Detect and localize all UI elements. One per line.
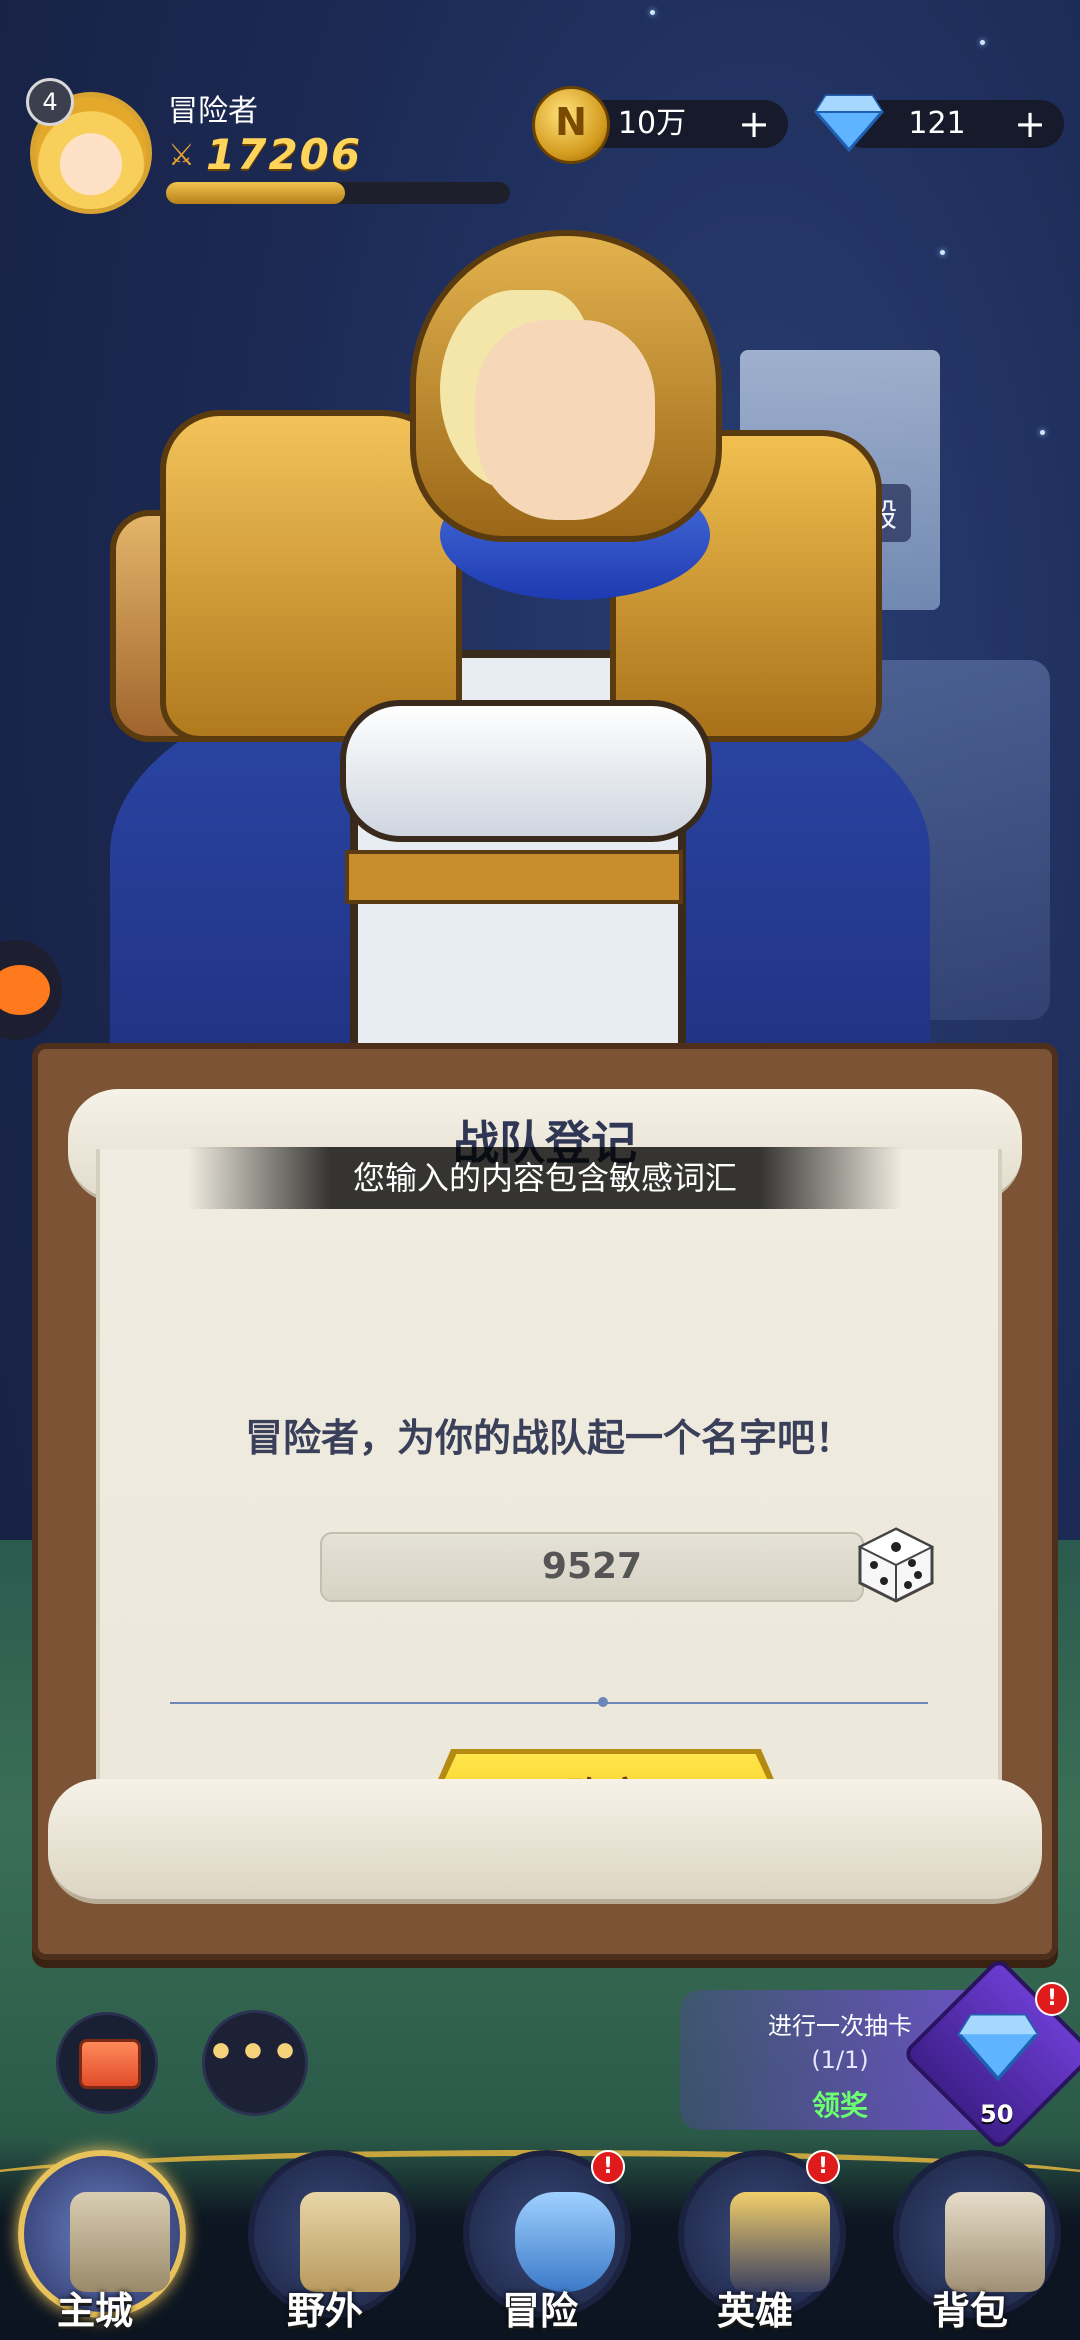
draw-reward-amount: 50 [980, 2100, 1014, 2128]
nav-adventure[interactable]: 冒险 ! [445, 2140, 635, 2340]
nav-label: 背包 [931, 2289, 1008, 2333]
nav-label: 主城 [56, 2289, 133, 2333]
team-registration-dialog: 冒险者，为你的战队起一个名字吧！ 9527 确定 战队登记 您输入的内容包含敏感… [32, 1043, 1058, 1960]
locked-scroll-icon [300, 2192, 400, 2292]
diamond-icon [814, 94, 884, 152]
draw-alert-badge: ! [1035, 1982, 1069, 2016]
nav-wilderness[interactable]: 野外 [230, 2140, 420, 2340]
team-name-input[interactable]: 9527 [320, 1532, 864, 1602]
player-level-badge: 4 [26, 78, 74, 126]
mailbox-button[interactable] [56, 2012, 158, 2114]
nav-label: 野外 [286, 2289, 363, 2333]
nav-heroes[interactable]: 英雄 ! [660, 2140, 850, 2340]
diamond-icon [957, 2013, 1039, 2082]
divider-dot [598, 1697, 608, 1707]
dialog-divider [170, 1702, 928, 1704]
coin-icon: N [532, 86, 610, 164]
scroll-paper: 冒险者，为你的战队起一个名字吧！ 9527 确定 [96, 1149, 1002, 1847]
castle-icon [70, 2192, 170, 2292]
nav-alert-badge: ! [806, 2150, 840, 2184]
more-options-button[interactable]: ••• [202, 2010, 308, 2116]
random-name-dice-icon[interactable] [856, 1525, 936, 1605]
sensitive-word-toast: 您输入的内容包含敏感词汇 [188, 1147, 902, 1209]
backpack-icon [945, 2192, 1045, 2292]
shield-icon [515, 2192, 615, 2292]
nav-label: 冒险 [501, 2289, 578, 2333]
scroll-bottom-roll [48, 1779, 1042, 1904]
helmet-icon [730, 2192, 830, 2292]
nav-backpack[interactable]: 背包 [875, 2140, 1065, 2340]
nav-label: 英雄 [716, 2289, 793, 2333]
mailbox-icon [79, 2039, 141, 2089]
nav-alert-badge: ! [591, 2150, 625, 2184]
name-prompt: 冒险者，为你的战队起一个名字吧！ [244, 1416, 853, 1460]
nav-main-city[interactable]: 主城 [0, 2140, 190, 2340]
